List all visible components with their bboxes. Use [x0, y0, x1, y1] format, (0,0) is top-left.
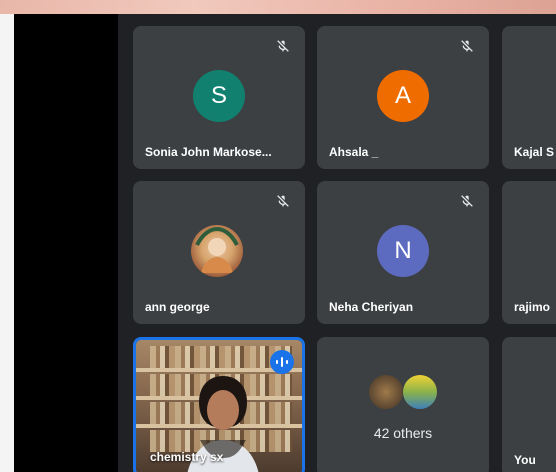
- microphone-off-icon: [277, 195, 289, 207]
- participant-name: ann george: [145, 300, 210, 314]
- participant-name: Ahsala _: [329, 145, 379, 159]
- participant-tile-chemistry[interactable]: chemistry sx: [133, 337, 305, 472]
- microphone-off-icon: [461, 195, 473, 207]
- microphone-off-icon: [461, 40, 473, 52]
- participant-tile-sonia[interactable]: S Sonia John Markose...: [133, 26, 305, 169]
- participant-name: Sonia John Markose...: [145, 145, 272, 159]
- others-avatar-2: [403, 375, 437, 409]
- participant-name: Kajal S: [514, 145, 555, 159]
- black-side-panel: [14, 14, 118, 472]
- participant-tile-ann[interactable]: ann george: [133, 181, 305, 324]
- left-white-margin: [0, 14, 14, 472]
- microphone-off-icon: [277, 40, 289, 52]
- others-tile[interactable]: 42 others: [317, 337, 489, 472]
- participant-tile-rajimo[interactable]: rajimo: [502, 181, 556, 324]
- avatar: A: [377, 70, 429, 122]
- avatar: N: [377, 225, 429, 277]
- avatar-initial: N: [394, 237, 412, 264]
- avatar: [191, 225, 243, 277]
- avatar: S: [193, 70, 245, 122]
- participant-name: chemistry sx: [150, 450, 224, 464]
- participant-name: You: [514, 453, 536, 467]
- participant-tile-ahsala[interactable]: A Ahsala _: [317, 26, 489, 169]
- audio-level-icon: [270, 350, 294, 374]
- participant-tile-neha[interactable]: N Neha Cheriyan: [317, 181, 489, 324]
- participant-name: rajimo: [514, 300, 551, 314]
- avatar-photo: [195, 226, 239, 273]
- others-avatar-1: [369, 375, 403, 409]
- others-count: 42 others: [373, 425, 433, 441]
- participant-name: Neha Cheriyan: [329, 300, 414, 314]
- participant-tile-you[interactable]: You: [502, 337, 556, 472]
- avatar-initial: A: [394, 82, 411, 109]
- top-strip: [0, 0, 556, 14]
- participant-tile-kajal[interactable]: Kajal S: [502, 26, 556, 169]
- avatar-initial: S: [210, 82, 227, 109]
